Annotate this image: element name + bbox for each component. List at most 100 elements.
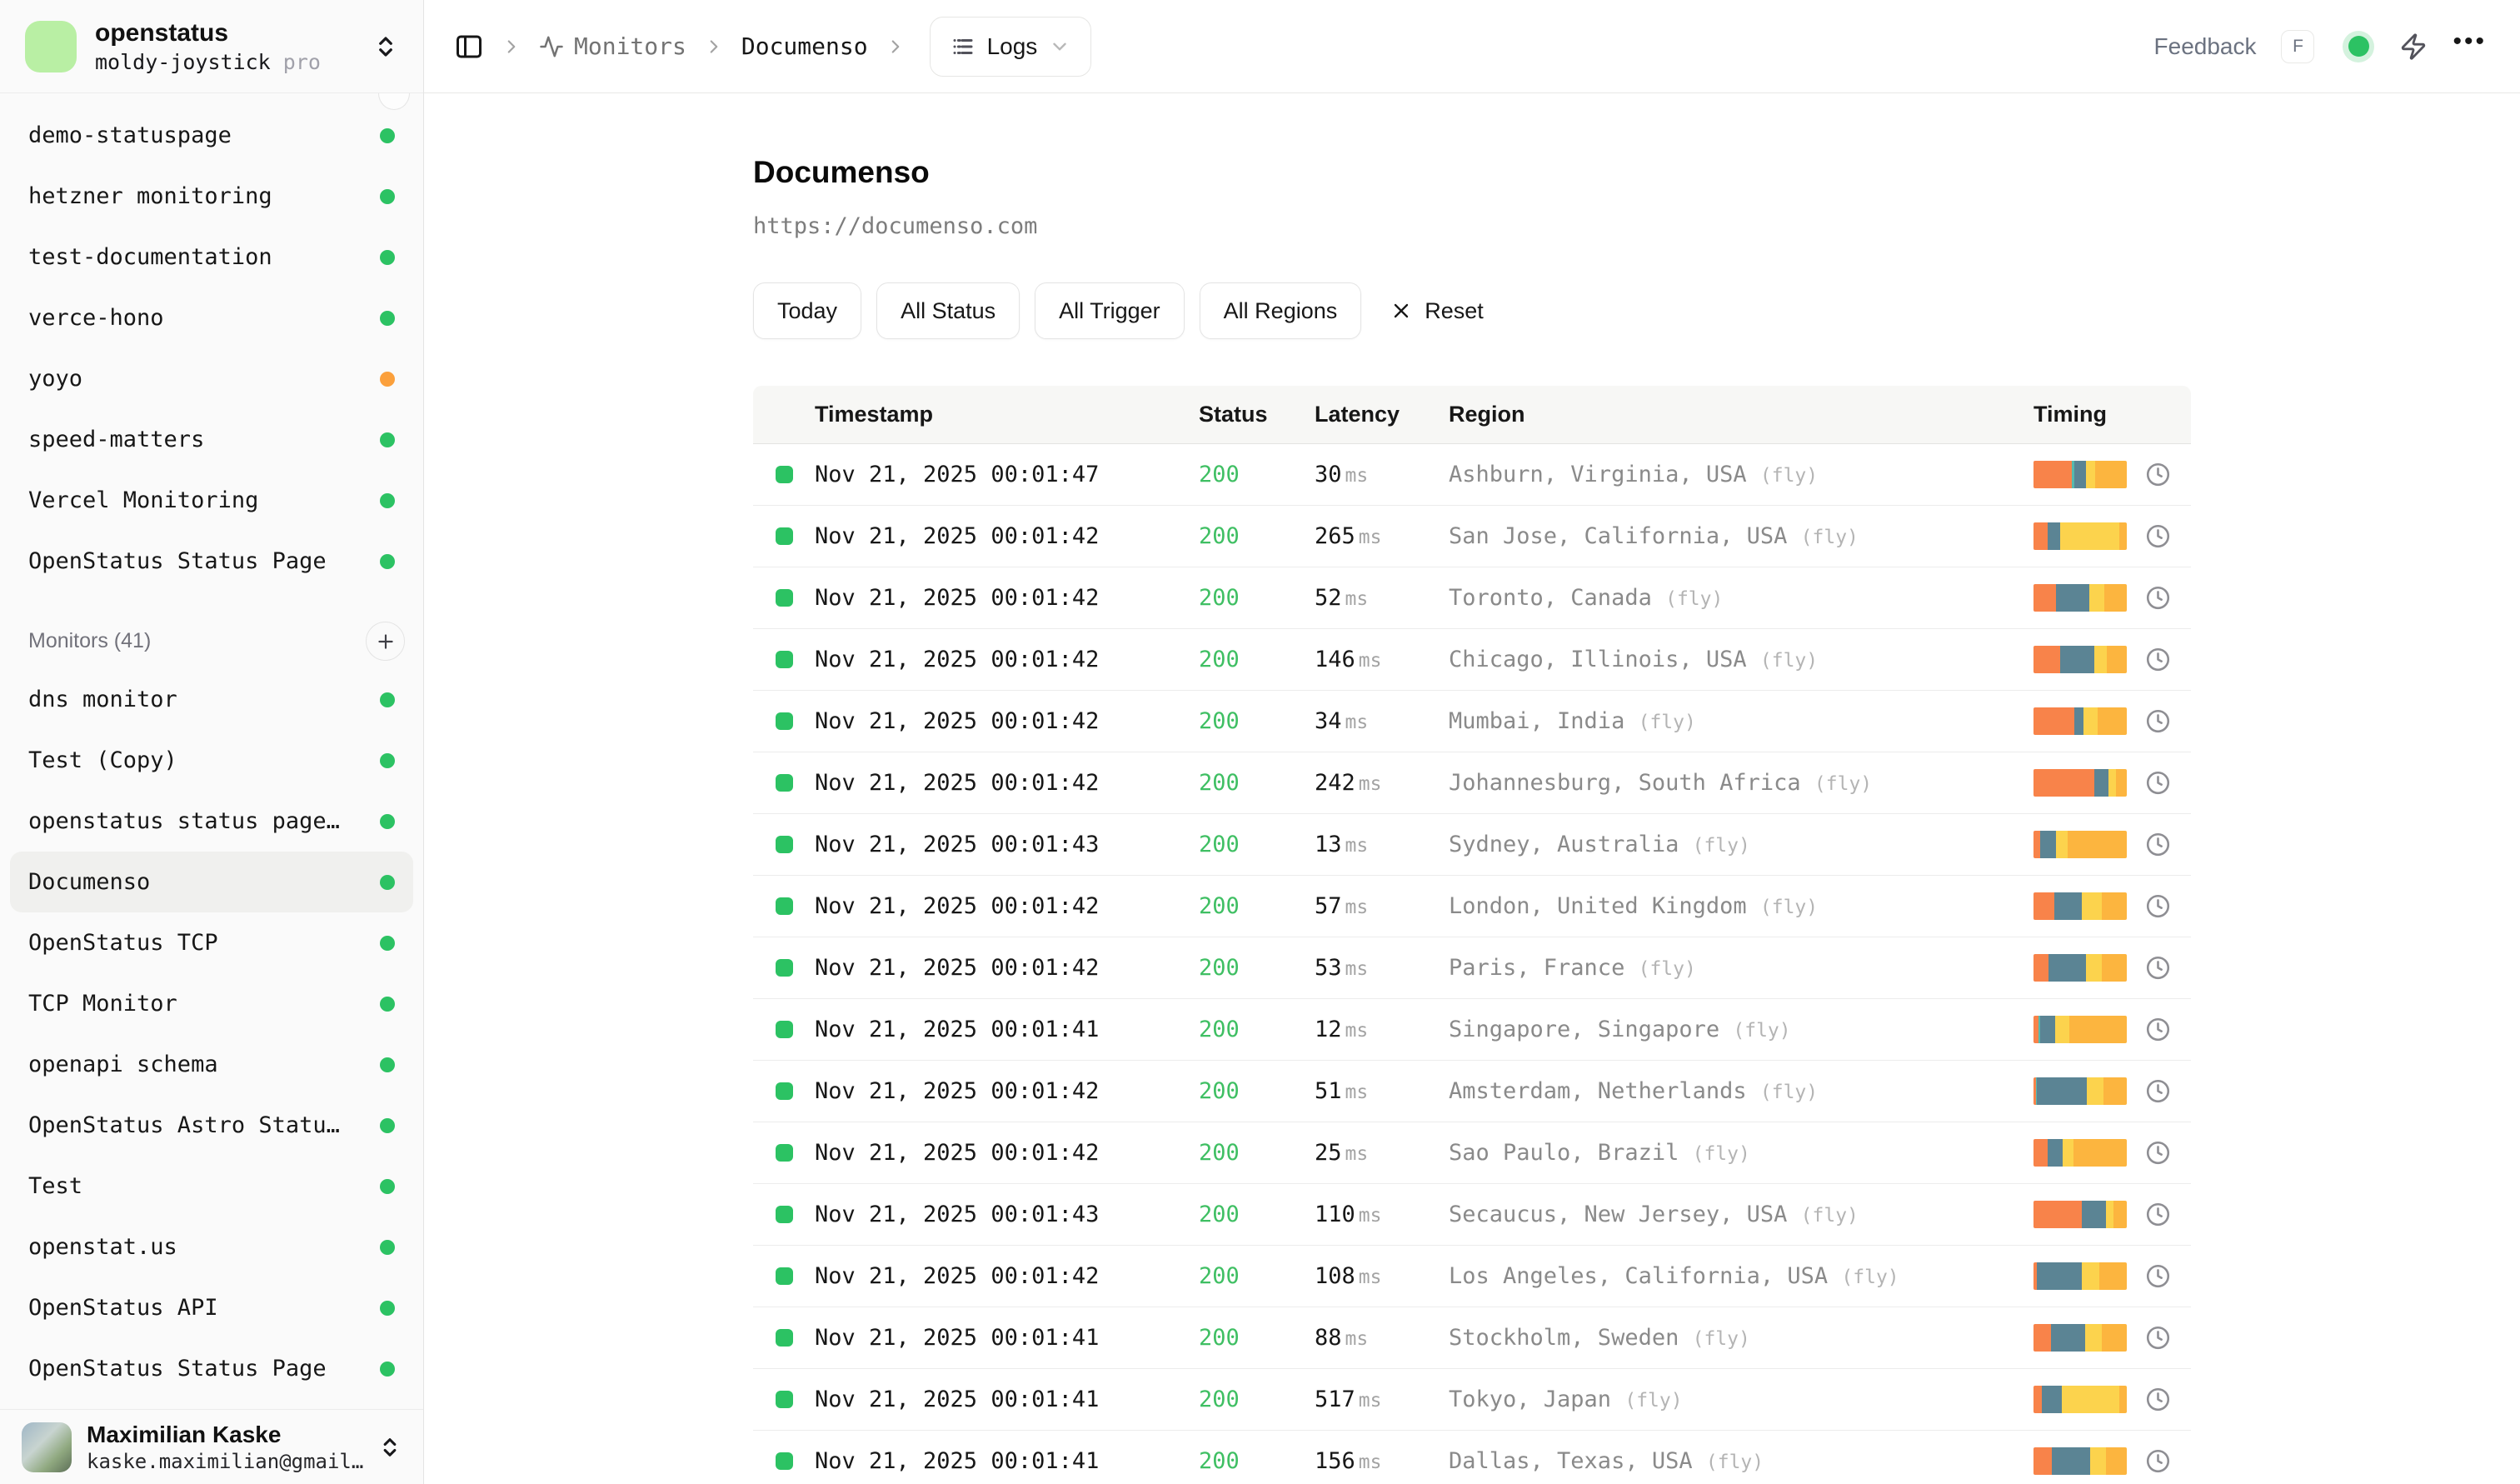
log-table-row[interactable]: Nov 21, 2025 00:01:42 200 34ms Mumbai, I… bbox=[753, 691, 2191, 752]
row-region: Paris, France bbox=[1449, 955, 1624, 981]
filter-date-button[interactable]: Today bbox=[753, 282, 861, 339]
sidebar-item-statuspage-speed-matters[interactable]: speed-matters bbox=[10, 409, 413, 470]
row-latency-unit: ms bbox=[1359, 1390, 1382, 1412]
sidebar-item-statuspage-openstatus-status-page[interactable]: OpenStatus Status Page bbox=[10, 531, 413, 592]
sidebar-item-monitor-openstatus-api[interactable]: OpenStatus API bbox=[10, 1277, 413, 1338]
timing-segment-slate bbox=[2052, 1447, 2090, 1475]
timing-segment-yellow bbox=[2062, 1386, 2119, 1413]
sidebar-item-monitor-test-copy[interactable]: Test (Copy) bbox=[10, 730, 413, 791]
log-table-row[interactable]: Nov 21, 2025 00:01:42 200 265ms San Jose… bbox=[753, 506, 2191, 567]
row-region-provider: (fly) bbox=[1706, 1452, 1764, 1473]
row-status-square-icon bbox=[776, 712, 793, 730]
log-table-row[interactable]: Nov 21, 2025 00:01:42 200 25ms Sao Paulo… bbox=[753, 1122, 2191, 1184]
row-timestamp: Nov 21, 2025 00:01:42 bbox=[815, 585, 1199, 611]
breadcrumb-monitor-name[interactable]: Documenso bbox=[741, 32, 868, 60]
row-region: Dallas, Texas, USA bbox=[1449, 1448, 1693, 1474]
add-monitor-button[interactable] bbox=[366, 622, 405, 661]
timing-segment-yellow bbox=[2094, 646, 2108, 673]
sidebar-item-monitor-openapi-schema[interactable]: openapi schema bbox=[10, 1034, 413, 1095]
sidebar-item-monitor-openstatus-astro-statu[interactable]: OpenStatus Astro Statu… bbox=[10, 1095, 413, 1156]
sidebar-item-monitor-openstat-us[interactable]: openstat.us bbox=[10, 1217, 413, 1277]
sidebar-item-label: speed-matters bbox=[28, 427, 204, 452]
view-switcher-dropdown[interactable]: Logs bbox=[930, 17, 1092, 77]
status-dot-icon bbox=[380, 1118, 395, 1133]
breadcrumb-monitors[interactable]: Monitors bbox=[539, 32, 686, 60]
timing-bar bbox=[2033, 1139, 2127, 1167]
feedback-button[interactable]: Feedback bbox=[2154, 33, 2257, 60]
sidebar-item-monitor-openstatus-status-page[interactable]: openstatus status page… bbox=[10, 791, 413, 852]
sidebar-item-statuspage-test-documentation[interactable]: test-documentation bbox=[10, 227, 413, 287]
timing-bar bbox=[2033, 892, 2127, 920]
status-dot-icon bbox=[380, 189, 395, 204]
log-table-row[interactable]: Nov 21, 2025 00:01:42 200 53ms Paris, Fr… bbox=[753, 937, 2191, 999]
sidebar-item-statuspage-vercel-monitoring[interactable]: Vercel Monitoring bbox=[10, 470, 413, 531]
timing-segment-slate bbox=[2074, 461, 2085, 488]
sidebar-item-statuspage-verce-hono[interactable]: verce-hono bbox=[10, 287, 413, 348]
timing-segment-amber bbox=[2098, 707, 2127, 735]
filter-trigger-button[interactable]: All Trigger bbox=[1035, 282, 1185, 339]
row-latency-unit: ms bbox=[1345, 1328, 1369, 1350]
log-table-row[interactable]: Nov 21, 2025 00:01:42 200 52ms Toronto, … bbox=[753, 567, 2191, 629]
timing-segment-slate bbox=[2048, 522, 2061, 550]
sidebar-item-monitor-openstatus-status-page[interactable]: OpenStatus Status Page bbox=[10, 1338, 413, 1399]
log-table-row[interactable]: Nov 21, 2025 00:01:41 200 88ms Stockholm… bbox=[753, 1307, 2191, 1369]
row-latency-unit: ms bbox=[1359, 1267, 1382, 1288]
sidebar-item-label: Vercel Monitoring bbox=[28, 487, 258, 513]
row-status-code: 200 bbox=[1199, 893, 1315, 919]
sidebar-toggle-icon[interactable] bbox=[454, 32, 484, 62]
filter-regions-button[interactable]: All Regions bbox=[1200, 282, 1362, 339]
clock-icon bbox=[2145, 1387, 2171, 1412]
row-region: Stockholm, Sweden bbox=[1449, 1325, 1679, 1351]
log-table-row[interactable]: Nov 21, 2025 00:01:42 200 57ms London, U… bbox=[753, 876, 2191, 937]
sidebar-item-monitor-test[interactable]: Test bbox=[10, 1156, 413, 1217]
workspace-switcher[interactable]: openstatus moldy-joystick pro bbox=[0, 0, 423, 93]
sidebar: openstatus moldy-joystick pro demo-statu… bbox=[0, 0, 424, 1484]
timing-segment-yellow bbox=[2082, 1262, 2099, 1290]
row-status-code: 200 bbox=[1199, 462, 1315, 487]
log-table-row[interactable]: Nov 21, 2025 00:01:41 200 12ms Singapore… bbox=[753, 999, 2191, 1061]
log-table-row[interactable]: Nov 21, 2025 00:01:41 200 517ms Tokyo, J… bbox=[753, 1369, 2191, 1431]
status-dot-icon bbox=[380, 554, 395, 569]
user-menu[interactable]: Maximilian Kaske kaske.maximilian@gmail… bbox=[0, 1409, 423, 1484]
sidebar-scroll-area[interactable]: demo-statuspage hetzner monitoring test-… bbox=[0, 93, 423, 1409]
timing-segment-amber bbox=[2068, 831, 2127, 858]
sidebar-item-statuspage-hetzner-monitoring[interactable]: hetzner monitoring bbox=[10, 166, 413, 227]
row-latency-value: 52 bbox=[1315, 585, 1342, 611]
log-table-row[interactable]: Nov 21, 2025 00:01:42 200 108ms Los Ange… bbox=[753, 1246, 2191, 1307]
sidebar-item-monitor-tcp-monitor[interactable]: TCP Monitor bbox=[10, 973, 413, 1034]
log-table-row[interactable]: Nov 21, 2025 00:01:42 200 146ms Chicago,… bbox=[753, 629, 2191, 691]
log-table-row[interactable]: Nov 21, 2025 00:01:47 200 30ms Ashburn, … bbox=[753, 444, 2191, 506]
sidebar-item-monitor-openstatus-tcp[interactable]: OpenStatus TCP bbox=[10, 912, 413, 973]
log-table-row[interactable]: Nov 21, 2025 00:01:43 200 13ms Sydney, A… bbox=[753, 814, 2191, 876]
sidebar-item-monitor-documenso[interactable]: Documenso bbox=[10, 852, 413, 912]
clock-icon bbox=[2145, 647, 2171, 672]
timing-segment-yellow bbox=[2063, 1139, 2073, 1167]
log-table-row[interactable]: Nov 21, 2025 00:01:42 200 51ms Amsterdam… bbox=[753, 1061, 2191, 1122]
timing-segment-orange bbox=[2033, 954, 2048, 982]
sidebar-item-statuspage-demo-statuspage[interactable]: demo-statuspage bbox=[10, 105, 413, 166]
row-region: Secaucus, New Jersey, USA bbox=[1449, 1202, 1787, 1227]
sidebar-item-monitor-dns-monitor[interactable]: dns monitor bbox=[10, 669, 413, 730]
system-status-dot[interactable] bbox=[2343, 31, 2374, 62]
row-status-code: 200 bbox=[1199, 1017, 1315, 1042]
row-timestamp: Nov 21, 2025 00:01:47 bbox=[815, 462, 1199, 487]
user-email: kaske.maximilian@gmail… bbox=[87, 1450, 363, 1473]
user-avatar bbox=[22, 1422, 72, 1472]
row-status-code: 200 bbox=[1199, 523, 1315, 549]
command-menu-icon[interactable] bbox=[2399, 32, 2428, 61]
workspace-slug: moldy-joystick pro bbox=[95, 50, 355, 74]
log-table-row[interactable]: Nov 21, 2025 00:01:41 200 156ms Dallas, … bbox=[753, 1431, 2191, 1484]
clock-icon bbox=[2145, 1140, 2171, 1166]
page-title: Documenso bbox=[753, 155, 2191, 190]
timing-segment-yellow bbox=[2087, 1077, 2103, 1105]
sidebar-item-statuspage-yoyo[interactable]: yoyo bbox=[10, 348, 413, 409]
log-table-row[interactable]: Nov 21, 2025 00:01:43 200 110ms Secaucus… bbox=[753, 1184, 2191, 1246]
more-options-button[interactable]: ••• bbox=[2453, 27, 2487, 66]
filter-status-button[interactable]: All Status bbox=[876, 282, 1020, 339]
timing-segment-orange bbox=[2033, 892, 2054, 920]
user-name: Maximilian Kaske bbox=[87, 1421, 363, 1449]
row-latency-value: 12 bbox=[1315, 1017, 1342, 1042]
reset-filters-button[interactable]: Reset bbox=[1390, 298, 1484, 324]
row-region-provider: (fly) bbox=[1639, 958, 1696, 980]
log-table-row[interactable]: Nov 21, 2025 00:01:42 200 242ms Johannes… bbox=[753, 752, 2191, 814]
